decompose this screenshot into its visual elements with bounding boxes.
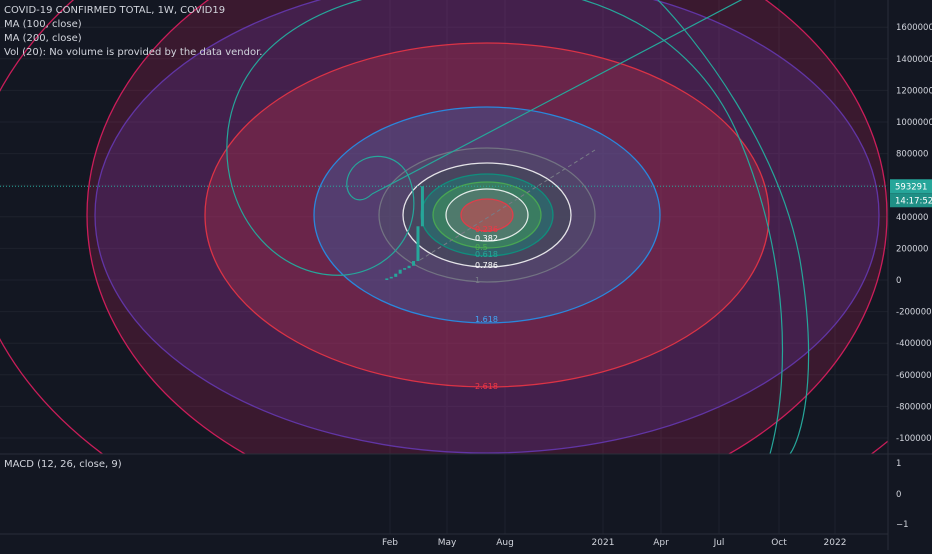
fib-level-label: 0.382 [475,234,498,243]
candle[interactable] [403,268,407,270]
time-label: Aug [496,538,514,548]
chart-legend: COVID-19 CONFIRMED TOTAL, 1W, COVID19 MA… [4,4,262,60]
candle[interactable] [398,269,402,274]
price-tick-label: -800000 [896,402,932,412]
time-label: 2021 [592,538,615,548]
macd-tick-label: 0 [896,490,901,500]
price-tick-label: 0 [896,276,901,286]
price-tick-label: -600000 [896,371,932,381]
countdown-text: 14:17:52 [895,196,932,206]
last-price-text: 593291 [895,182,927,192]
chart-root[interactable]: 0.236 0.382 0.5 0.618 0.786 1 1.618 2.618 16000… [0,0,932,550]
price-tick-label: -400000 [896,339,932,349]
price-tick-label: 800000 [896,150,928,160]
time-label: Feb [382,538,398,548]
legend-symbol[interactable]: COVID-19 CONFIRMED TOTAL, 1W, COVID19 [4,4,262,18]
price-tick-label: 200000 [896,244,928,254]
price-tick-label: -200000 [896,308,932,318]
fib-level-label: 0.618 [475,250,498,259]
candle[interactable] [412,261,416,266]
candle[interactable] [389,276,393,279]
chart-svg[interactable]: 0.2360.3820.50.6180.78611.6182.618 16000… [0,0,932,550]
candle[interactable] [394,273,398,277]
time-label: Oct [771,538,787,548]
macd-tick-label: −1 [896,520,909,530]
candle[interactable] [420,186,424,227]
fib-level-label: 2.618 [475,382,498,391]
fib-level-label: 1 [475,276,480,285]
candle[interactable] [385,278,389,280]
macd-tick-label: 1 [896,459,901,469]
legend-ma200[interactable]: MA (200, close) [4,32,262,46]
price-tick-label: 1200000 [896,86,932,96]
macd-legend[interactable]: MACD (12, 26, close, 9) [4,459,122,470]
time-label: 2022 [824,538,847,548]
legend-volume[interactable]: Vol (20): No volume is provided by the d… [4,46,262,60]
candle[interactable] [416,226,420,262]
price-tick-label: -1000000 [896,434,932,444]
fib-level-label: 1.618 [475,315,498,324]
time-label: May [438,538,457,548]
price-tick-label: 400000 [896,213,928,223]
candle[interactable] [407,265,411,269]
fib-level-label: 0.236 [475,225,498,234]
time-label: Jul [713,538,725,548]
price-tick-label: 1400000 [896,55,932,65]
time-label: Apr [653,538,669,548]
fib-level-label: 0.786 [475,261,498,270]
legend-ma100[interactable]: MA (100, close) [4,18,262,32]
price-tick-label: 1000000 [896,118,932,128]
price-tick-label: 1600000 [896,23,932,33]
